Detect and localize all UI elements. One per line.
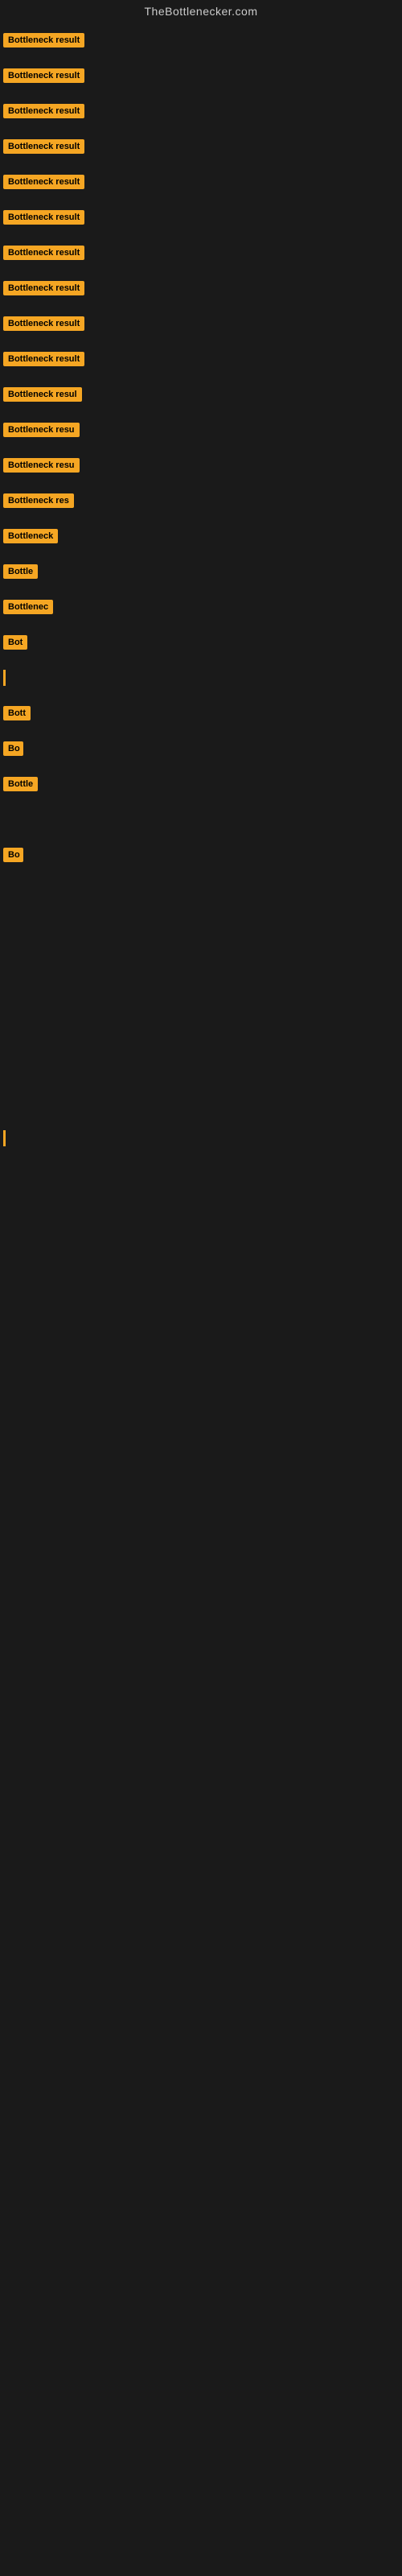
bottleneck-result-badge[interactable]: Bottleneck resul: [3, 387, 82, 402]
site-title: TheBottlenecker.com: [0, 0, 402, 23]
bottleneck-result-badge[interactable]: Bottleneck result: [3, 68, 84, 83]
list-item: [0, 1050, 402, 1085]
list-item: [0, 979, 402, 1014]
list-item: [0, 1014, 402, 1050]
list-item: Bottleneck result: [0, 200, 402, 235]
bottleneck-result-badge[interactable]: Bottle: [3, 777, 38, 791]
bottleneck-result-badge[interactable]: Bottleneck resu: [3, 458, 80, 473]
list-item: [0, 660, 402, 696]
list-item: Bottleneck result: [0, 58, 402, 93]
list-item: Bottleneck result: [0, 235, 402, 270]
bottleneck-result-badge[interactable]: Bottleneck result: [3, 175, 84, 189]
list-item: [0, 873, 402, 908]
bottleneck-result-badge[interactable]: Bottleneck resu: [3, 423, 80, 437]
list-item: Bo: [0, 731, 402, 766]
bottleneck-result-badge[interactable]: Bottleneck result: [3, 33, 84, 47]
bottleneck-result-badge[interactable]: Bottleneck res: [3, 493, 74, 508]
list-item: [0, 943, 402, 979]
list-item: [0, 802, 402, 837]
list-item: Bottleneck result: [0, 93, 402, 129]
bottleneck-result-badge[interactable]: Bott: [3, 706, 31, 720]
list-item: Bottleneck res: [0, 483, 402, 518]
list-item: Bottle: [0, 554, 402, 589]
bottleneck-result-badge[interactable]: Bottleneck result: [3, 316, 84, 331]
list-item: [0, 1085, 402, 1121]
bottleneck-result-badge[interactable]: Bo: [3, 741, 23, 756]
list-item: Bott: [0, 696, 402, 731]
bottleneck-result-badge[interactable]: Bottleneck: [3, 529, 58, 543]
cursor-indicator: [3, 670, 6, 686]
list-item: Bottleneck result: [0, 129, 402, 164]
list-item: Bottleneck resu: [0, 448, 402, 483]
list-item: Bottleneck resul: [0, 377, 402, 412]
list-item: Bot: [0, 625, 402, 660]
bottleneck-result-badge[interactable]: Bottleneck result: [3, 281, 84, 295]
list-item: Bottleneck result: [0, 23, 402, 58]
bottleneck-result-badge[interactable]: Bot: [3, 635, 27, 650]
bottleneck-result-badge[interactable]: Bottleneck result: [3, 210, 84, 225]
list-item: Bo: [0, 837, 402, 873]
bottleneck-result-badge[interactable]: Bottle: [3, 564, 38, 579]
list-item: Bottleneck: [0, 518, 402, 554]
list-item: Bottle: [0, 766, 402, 802]
bottleneck-result-badge[interactable]: Bo: [3, 848, 23, 862]
bottleneck-result-badge[interactable]: Bottlenec: [3, 600, 53, 614]
bottleneck-result-badge[interactable]: Bottleneck result: [3, 104, 84, 118]
list-item: Bottleneck result: [0, 270, 402, 306]
bottleneck-result-badge[interactable]: Bottleneck result: [3, 139, 84, 154]
list-item: Bottleneck resu: [0, 412, 402, 448]
cursor-indicator: [3, 1130, 6, 1146]
list-item: Bottlenec: [0, 589, 402, 625]
list-item: Bottleneck result: [0, 341, 402, 377]
list-item: Bottleneck result: [0, 306, 402, 341]
bottleneck-result-badge[interactable]: Bottleneck result: [3, 246, 84, 260]
list-item: [0, 908, 402, 943]
list-item: [0, 1121, 402, 1156]
list-item: Bottleneck result: [0, 164, 402, 200]
bottleneck-result-badge[interactable]: Bottleneck result: [3, 352, 84, 366]
